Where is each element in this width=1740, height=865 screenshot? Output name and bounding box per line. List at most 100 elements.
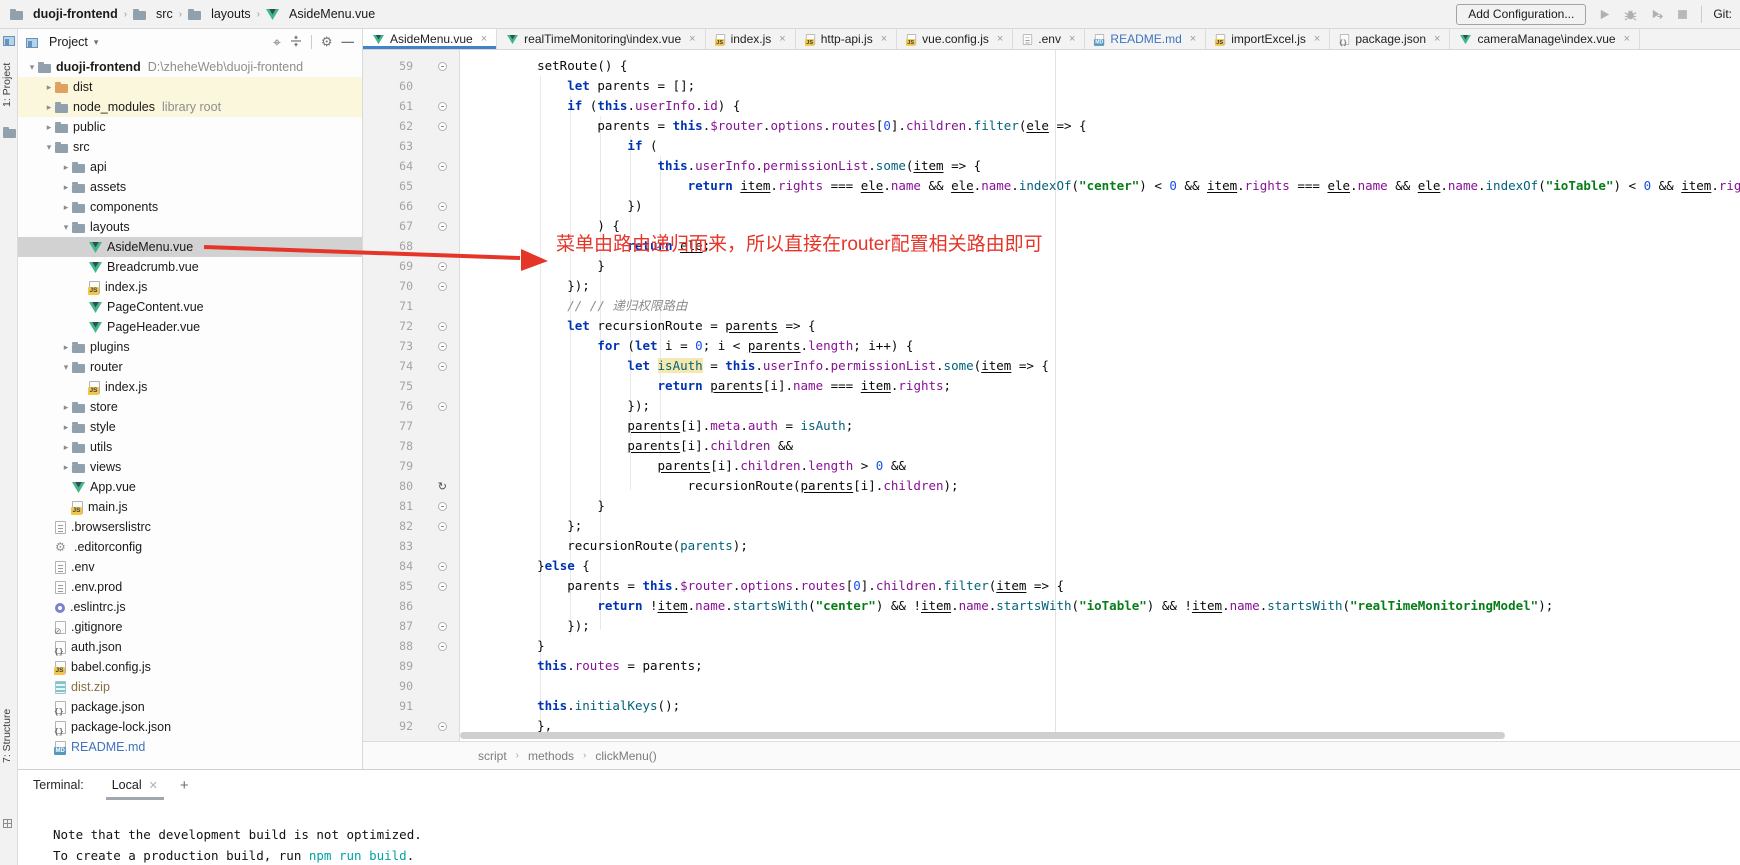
fold-open-icon[interactable] [438,122,447,131]
breadcrumb-item-duoji-frontend[interactable]: duoji-frontend [10,7,118,21]
tree-item-api[interactable]: ▸api [18,157,362,177]
tree-item-assets[interactable]: ▸assets [18,177,362,197]
tree-item-store[interactable]: ▸store [18,397,362,417]
code-line[interactable]: 85 parents = this.$router.options.routes… [363,576,1740,596]
close-icon[interactable]: × [689,33,695,45]
code-line[interactable]: 81 } [363,496,1740,516]
fold-close-icon[interactable] [438,402,447,411]
close-icon[interactable]: ✕ [149,779,158,792]
fold-close-icon[interactable] [438,202,447,211]
tree-item-.eslintrc.js[interactable]: .eslintrc.js [18,597,362,617]
chevron-right-icon[interactable]: ▸ [60,162,72,173]
code-line[interactable]: 71 // // 递归权限路由 [363,296,1740,316]
code-line[interactable]: 78 parents[i].children && [363,436,1740,456]
editor-breadcrumb-script[interactable]: script [478,749,507,763]
code-line[interactable]: 84 }else { [363,556,1740,576]
chevron-right-icon[interactable]: ▸ [60,402,72,413]
tree-item-.env[interactable]: .env [18,557,362,577]
code-line[interactable]: 63 if ( [363,136,1740,156]
tab-realTimeMonitoring\index.vue[interactable]: realTimeMonitoring\index.vue× [497,29,705,49]
project-view-selector[interactable]: Project ▾ [26,35,98,49]
tree-item-router[interactable]: ▾router [18,357,362,377]
terminal-tab-local[interactable]: Local ✕ [106,770,164,800]
chevron-right-icon[interactable]: ▸ [60,202,72,213]
code-line[interactable]: 74 let isAuth = this.userInfo.permission… [363,356,1740,376]
tree-item-components[interactable]: ▸components [18,197,362,217]
close-icon[interactable]: × [1190,33,1196,45]
code-line[interactable]: 68 return ele; [363,236,1740,256]
close-icon[interactable]: × [997,33,1003,45]
locate-file-icon[interactable]: ⌖ [273,34,281,51]
new-terminal-tab-button[interactable]: + [180,777,189,794]
close-icon[interactable]: × [1314,33,1320,45]
gear-icon[interactable]: ⚙ [321,34,333,50]
tab-http-api.js[interactable]: http-api.js× [796,29,897,49]
close-icon[interactable]: × [1624,33,1630,45]
stripe-project-button[interactable]: 1: Project [1,49,17,121]
git-label[interactable]: Git: [1713,7,1732,21]
fold-open-icon[interactable] [438,62,447,71]
tree-item-.editorconfig[interactable]: ⚙.editorconfig [18,537,362,557]
tree-item-public[interactable]: ▸public [18,117,362,137]
tree-item-package.json[interactable]: package.json [18,697,362,717]
code-line[interactable]: 67 ) { [363,216,1740,236]
code-line[interactable]: 60 let parents = []; [363,76,1740,96]
tree-item-style[interactable]: ▸style [18,417,362,437]
code-line[interactable]: 65 return item.rights === ele.name && el… [363,176,1740,196]
breadcrumb-item-src[interactable]: src [133,7,173,21]
code-line[interactable]: 86 return !item.name.startsWith("center"… [363,596,1740,616]
code-line[interactable]: 64 this.userInfo.permissionList.some(ite… [363,156,1740,176]
tab-AsideMenu.vue[interactable]: AsideMenu.vue× [363,29,497,49]
chevron-right-icon[interactable]: ▸ [60,442,72,453]
close-icon[interactable]: × [779,33,785,45]
tree-item-PageContent.vue[interactable]: PageContent.vue [18,297,362,317]
fold-open-icon[interactable] [438,562,447,571]
code-line[interactable]: 90 [363,676,1740,696]
code-line[interactable]: 83 recursionRoute(parents); [363,536,1740,556]
fold-open-icon[interactable] [438,582,447,591]
chevron-right-icon[interactable]: ▸ [60,342,72,353]
chevron-right-icon[interactable]: ▸ [43,82,55,93]
fold-close-icon[interactable] [438,722,447,731]
debug-icon[interactable] [1623,7,1638,22]
code-line[interactable]: 80↻ recursionRoute(parents[i].children); [363,476,1740,496]
chevron-down-icon[interactable]: ▾ [60,222,72,233]
add-configuration-button[interactable]: Add Configuration... [1456,4,1586,25]
close-icon[interactable]: × [1069,33,1075,45]
tab-vue.config.js[interactable]: vue.config.js× [897,29,1013,49]
code-line[interactable]: 69 } [363,256,1740,276]
tree-item-.gitignore[interactable]: .gitignore [18,617,362,637]
code-line[interactable]: 79 parents[i].children.length > 0 && [363,456,1740,476]
tree-item-dist[interactable]: ▸dist [18,77,362,97]
tree-item-README.md[interactable]: README.md [18,737,362,757]
fold-close-icon[interactable] [438,522,447,531]
tree-item-layouts[interactable]: ▾layouts [18,217,362,237]
fold-close-icon[interactable] [438,282,447,291]
tree-item-PageHeader.vue[interactable]: PageHeader.vue [18,317,362,337]
stop-icon[interactable] [1675,7,1690,22]
tab-index.js[interactable]: index.js× [706,29,796,49]
fold-open-icon[interactable] [438,342,447,351]
code-line[interactable]: 75 return parents[i].name === item.right… [363,376,1740,396]
chevron-right-icon[interactable]: ▸ [60,422,72,433]
code-line[interactable]: 59 setRoute() { [363,56,1740,76]
tree-item-.browserslistrc[interactable]: .browserslistrc [18,517,362,537]
tree-item-babel.config.js[interactable]: babel.config.js [18,657,362,677]
tab-importExcel.js[interactable]: importExcel.js× [1206,29,1330,49]
editor-breadcrumb-clickMenu()[interactable]: clickMenu() [595,749,656,763]
code-editor[interactable]: 59 setRoute() {60 let parents = [];61 if… [363,50,1740,741]
tree-item-main.js[interactable]: main.js [18,497,362,517]
code-line[interactable]: 72 let recursionRoute = parents => { [363,316,1740,336]
grid-icon[interactable] [3,815,17,833]
tree-item-src[interactable]: ▾src [18,137,362,157]
chevron-right-icon[interactable]: ▸ [60,462,72,473]
collapse-all-icon[interactable] [290,35,302,50]
editor-breadcrumb-methods[interactable]: methods [528,749,574,763]
code-line[interactable]: 73 for (let i = 0; i < parents.length; i… [363,336,1740,356]
tree-item-index.js[interactable]: index.js [18,277,362,297]
close-icon[interactable]: × [1434,33,1440,45]
tree-item-plugins[interactable]: ▸plugins [18,337,362,357]
fold-open-icon[interactable] [438,222,447,231]
horizontal-scrollbar[interactable] [460,732,1505,739]
fold-close-icon[interactable] [438,262,447,271]
